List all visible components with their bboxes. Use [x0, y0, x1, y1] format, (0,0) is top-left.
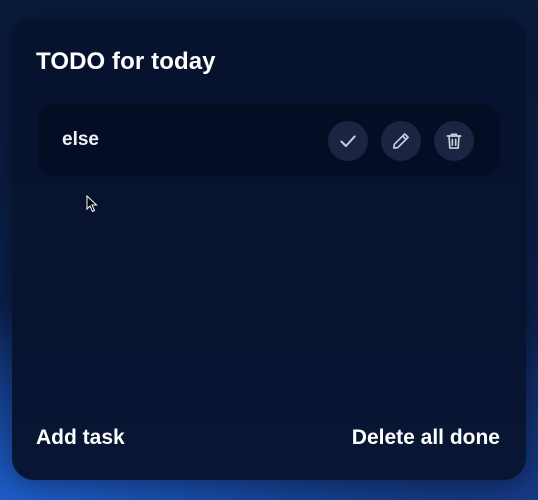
task-item: else — [38, 104, 500, 176]
pencil-icon — [393, 133, 409, 149]
todo-card: TODO for today else Add task Delete all … — [12, 18, 526, 480]
mark-done-button[interactable] — [328, 121, 368, 161]
mouse-pointer-icon — [86, 195, 98, 213]
task-label: else — [62, 129, 99, 150]
add-task-button[interactable]: Add task — [36, 426, 125, 450]
page-title: TODO for today — [36, 48, 216, 75]
check-icon — [340, 135, 356, 147]
delete-all-done-button[interactable]: Delete all done — [352, 426, 500, 450]
delete-task-button[interactable] — [434, 121, 474, 161]
trash-icon — [446, 133, 462, 149]
edit-task-button[interactable] — [381, 121, 421, 161]
